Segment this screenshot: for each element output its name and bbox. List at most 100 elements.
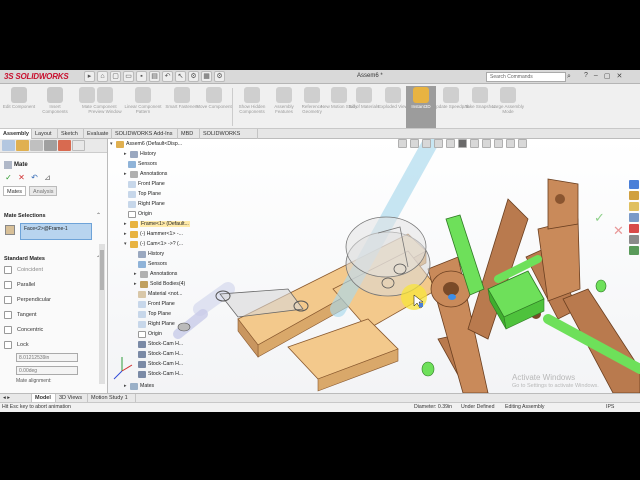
minimize-icon[interactable]: – [594,72,598,80]
print-icon[interactable]: ▤ [149,71,160,82]
tree-item-cam-history[interactable]: History [138,249,164,259]
tree-item-history[interactable]: ▸ History [124,149,156,159]
undo-icon[interactable]: ↶ [30,173,39,182]
save-icon[interactable]: ▪ [136,71,147,82]
solidworks-forum-icon[interactable] [629,246,639,255]
previous-view-icon[interactable] [422,139,431,148]
feature-manager-tab[interactable] [2,140,15,151]
view-orientation-icon[interactable] [458,139,467,148]
perpendicular-mate-option[interactable]: Perpendicular [4,295,51,305]
solidworks-logo[interactable]: 3S SOLIDWORKS [4,72,69,81]
appearances-icon[interactable] [629,224,639,233]
custom-properties-icon[interactable] [629,235,639,244]
home-icon[interactable]: ⌂ [97,71,108,82]
open-icon[interactable]: ▭ [123,71,134,82]
tree-item-cam[interactable]: ▾ (-) Cam<1> ->? (... [124,239,183,249]
edit-appearance-icon[interactable] [494,139,503,148]
tree-item-feature[interactable]: Stock-Cam H... [138,369,183,379]
tree-item-feature[interactable]: Stock-Cam H... [138,349,183,359]
parallel-mate-option[interactable]: Parallel [4,280,35,290]
tab-layout[interactable]: Layout [32,129,58,139]
tree-item-right-plane[interactable]: Right Plane [128,199,165,209]
move-component-button[interactable]: Move Component [195,86,233,128]
pushpin-icon[interactable]: ⊿ [43,173,52,182]
tree-item-cam-front-plane[interactable]: Front Plane [138,299,175,309]
tab-cam[interactable]: SOLIDWORKS CAM [200,129,258,147]
zoom-fit-icon[interactable] [398,139,407,148]
distance-field[interactable]: 8.01212539in [16,353,78,362]
units-selector[interactable]: IPS [606,403,614,412]
angle-field[interactable]: 0.00deg [16,366,78,375]
rebuild-icon[interactable]: ⚙ [188,71,199,82]
scrollbar-thumb[interactable] [100,250,104,290]
tab-addins[interactable]: SOLIDWORKS Add-Ins [112,129,178,139]
tree-root-assembly[interactable]: ▾ Assem6 (Default<Disp... [110,139,182,149]
green-pin-end[interactable] [595,279,607,293]
collapse-icon[interactable]: ⌃ [96,212,101,219]
tree-item-front-plane[interactable]: Front Plane [128,179,165,189]
lock-mate-option[interactable]: Lock [4,340,29,350]
cancel-x-icon[interactable]: ✕ [17,173,26,182]
confirm-check-icon[interactable]: ✓ [594,210,605,225]
mate-selections-list[interactable]: Face<2>@Frame-1 [20,223,92,240]
section-view-icon[interactable] [434,139,443,148]
tree-item-cam-sensors[interactable]: Sensors [138,259,167,269]
cancel-x-icon[interactable]: ✕ [613,223,624,238]
dimxpert-tab[interactable] [44,140,57,151]
tree-item-mates[interactable]: ▸ Mates [124,381,154,391]
frame-top-block-part[interactable] [547,178,579,230]
component-preview-button[interactable]: Component Preview Window [86,86,124,128]
panel-scrollbar[interactable] [99,244,105,384]
tree-item-cam-top-plane[interactable]: Top Plane [138,309,171,319]
search-commands-input[interactable]: Search Commands [486,72,566,82]
tree-item-cam-origin[interactable]: Origin [138,329,162,339]
new-document-icon[interactable]: ▢ [110,71,121,82]
help-icon[interactable]: ? [584,72,588,80]
view-palette-icon[interactable] [629,213,639,222]
tree-item-origin[interactable]: Origin [128,209,152,219]
apply-scene-icon[interactable] [506,139,515,148]
tree-item-top-plane[interactable]: Top Plane [128,189,161,199]
close-icon[interactable]: ✕ [616,72,622,80]
tree-item-cam-right-plane[interactable]: Right Plane [138,319,175,329]
expand-menu-icon[interactable]: ▸ [84,71,95,82]
restore-icon[interactable]: ▢ [604,72,611,80]
search-icon[interactable]: ⌕ [567,72,576,82]
tree-item-annotations[interactable]: ▸ Annotations [124,169,167,179]
dynamic-annotation-icon[interactable] [446,139,455,148]
tree-item-sensors[interactable]: Sensors [128,159,157,169]
tab-analysis[interactable]: Analysis [28,186,58,196]
green-pin-end[interactable] [421,361,435,377]
resources-icon[interactable] [629,180,639,189]
view-settings-icon[interactable] [518,139,527,148]
large-assembly-mode-button[interactable]: Large Assembly Mode [489,86,527,128]
tree-item-frame[interactable]: ▸ Frame<1> (Default... [124,219,190,229]
concentric-mate-option[interactable]: Concentric [4,325,43,335]
coincident-mate-option[interactable]: Coincident [4,265,43,275]
zoom-area-icon[interactable] [410,139,419,148]
options-icon[interactable]: ⚙ [214,71,225,82]
select-icon[interactable]: ↖ [175,71,186,82]
selection-item[interactable]: Face<2>@Frame-1 [24,226,68,232]
more-tabs-icon[interactable] [72,140,85,151]
tangent-mate-option[interactable]: Tangent [4,310,37,320]
design-library-icon[interactable] [629,191,639,200]
tab-sketch[interactable]: Sketch [58,129,84,139]
ok-check-icon[interactable]: ✓ [4,173,13,182]
file-properties-icon[interactable]: ▦ [201,71,212,82]
tab-assembly[interactable]: Assembly [0,129,32,139]
tab-mates[interactable]: Mates [3,186,26,196]
tree-item-feature[interactable]: Stock-Cam H... [138,359,183,369]
linear-pattern-button[interactable]: Linear Component Pattern [124,86,162,128]
display-manager-tab[interactable] [58,140,71,151]
file-explorer-icon[interactable] [629,202,639,211]
tab-mbd[interactable]: MBD [178,129,200,139]
display-style-icon[interactable] [470,139,479,148]
tree-item-feature[interactable]: Stock-Cam H... [138,339,183,349]
tree-item-hammer[interactable]: ▸ (-) Hammer<1> -... [124,229,183,239]
tree-item-solid-bodies[interactable]: ▸ Solid Bodies(4) [134,279,185,289]
edit-component-button[interactable]: Edit Component [0,86,38,128]
tab-evaluate[interactable]: Evaluate [84,129,112,139]
property-manager-tab[interactable] [16,140,29,151]
configuration-manager-tab[interactable] [30,140,43,151]
